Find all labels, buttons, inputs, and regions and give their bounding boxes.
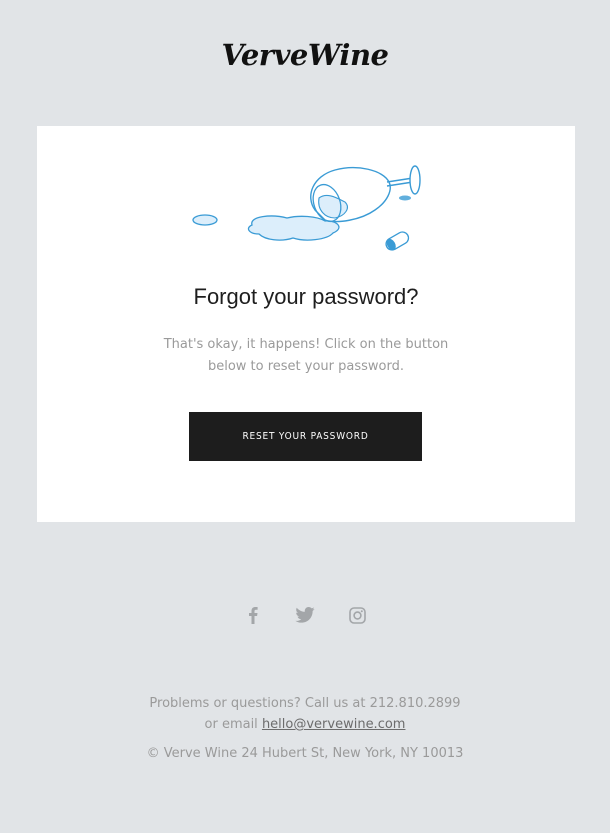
spilled-wine-glass-illustration: [192, 165, 421, 251]
contact-phone-line: Problems or questions? Call us at 212.81…: [149, 696, 461, 711]
company-address: © Verve Wine 24 Hubert St, New York, NY …: [146, 746, 464, 761]
reset-password-button[interactable]: RESET YOUR PASSWORD: [189, 412, 422, 461]
facebook-icon[interactable]: [242, 604, 264, 626]
contact-email-line: or email hello@vervewine.com: [0, 717, 610, 732]
email-link[interactable]: hello@vervewine.com: [262, 717, 406, 732]
instagram-icon[interactable]: [346, 604, 368, 626]
reset-instructions: That's okay, it happens! Click on the bu…: [147, 334, 465, 378]
twitter-icon[interactable]: [294, 604, 316, 626]
email-prefix: or email: [204, 717, 262, 732]
social-links: [0, 604, 610, 626]
page-title: Forgot your password?: [193, 284, 419, 309]
reset-password-card: Forgot your password? That's okay, it ha…: [37, 126, 575, 522]
instructions-line-2: below to reset your password.: [207, 359, 405, 374]
instructions-line-1: That's okay, it happens! Click on the bu…: [163, 337, 449, 352]
brand-logo: VerveWine: [221, 38, 389, 72]
